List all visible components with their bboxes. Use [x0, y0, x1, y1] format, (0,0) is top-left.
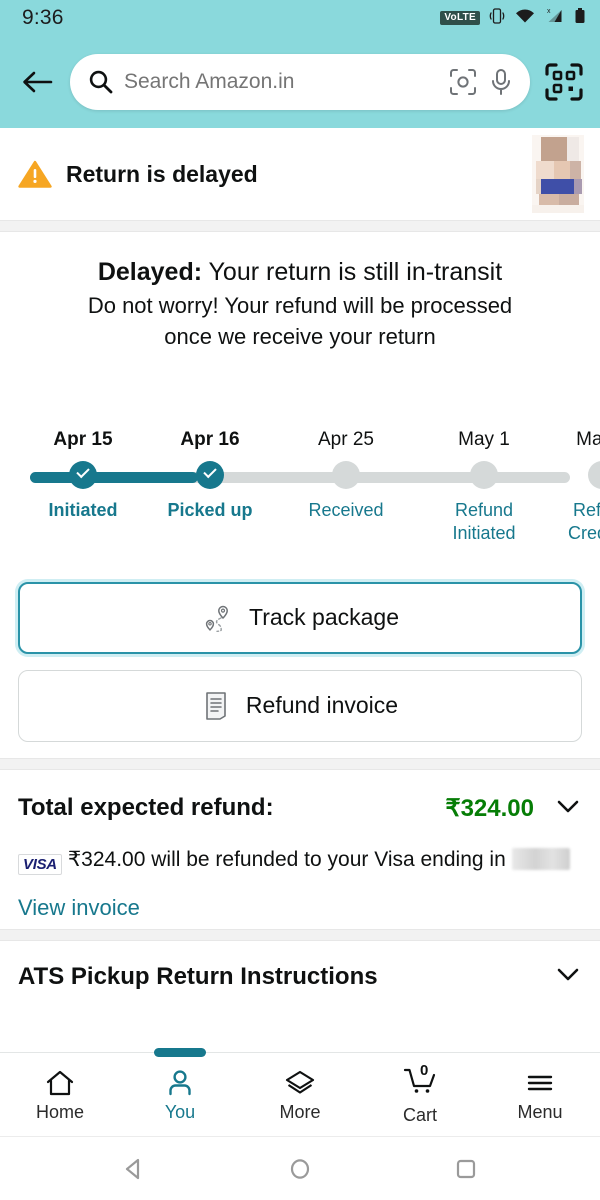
nav-item-label: Cart — [402, 1104, 437, 1125]
nav-item-menu[interactable]: Menu — [480, 1053, 600, 1136]
search-icon — [88, 69, 114, 95]
track-package-label: Track package — [249, 604, 399, 630]
cart-icon-wrapper: 0 — [402, 1061, 438, 1101]
section-divider-3 — [0, 928, 600, 941]
delay-headline-bold: Delayed: — [97, 258, 203, 286]
chevron-down-icon[interactable] — [554, 796, 582, 821]
tracker-step-refund-credited[interactable]: May 8 Refund Credited — [546, 430, 600, 545]
svg-text:x: x — [547, 8, 551, 15]
tracker-step-label: Initiated — [48, 499, 118, 520]
signal-icon: x — [545, 7, 565, 30]
layers-icon — [285, 1070, 315, 1094]
section-divider-2 — [0, 757, 600, 770]
tracker-step-date: Apr 15 — [53, 428, 113, 450]
search-bar[interactable] — [70, 54, 530, 110]
microphone-icon[interactable] — [488, 67, 514, 97]
ats-instructions-section[interactable]: ATS Pickup Return Instructions — [0, 941, 600, 991]
refund-method-line: VISA ₹324.00 will be refunded to your Vis… — [18, 845, 582, 875]
status-bar: 9:36 VoLTE x — [0, 0, 600, 36]
nav-item-more[interactable]: More — [240, 1053, 360, 1136]
delay-headline: Delayed: Your return is still in-transit — [26, 256, 574, 289]
nav-item-label: More — [279, 1102, 321, 1122]
track-package-button[interactable]: Track package — [18, 581, 582, 654]
battery-icon — [574, 7, 586, 30]
total-refund-label: Total expected refund: — [18, 794, 274, 821]
nav-item-home[interactable]: Home — [0, 1053, 120, 1136]
warning-triangle-icon — [18, 159, 52, 189]
tracker-step-picked-up[interactable]: Apr 16 Picked up — [150, 430, 270, 522]
qr-scanner-icon — [545, 63, 583, 101]
tracker-step-dot — [196, 460, 224, 489]
nav-item-cart[interactable]: 0 Cart — [360, 1053, 480, 1136]
tracker-step-label: Picked up — [167, 499, 253, 520]
nav-item-label: Home — [35, 1102, 84, 1122]
return-status-banner: Return is delayed — [0, 128, 600, 220]
status-icon-group: VoLTE x — [440, 7, 586, 30]
tracker-step-date: Apr 25 — [318, 428, 374, 450]
person-icon — [169, 1070, 191, 1096]
tracker-step-date: Apr 16 — [180, 428, 240, 450]
home-icon — [46, 1070, 74, 1096]
status-time: 9:36 — [22, 6, 64, 29]
volte-badge: VoLTE — [440, 11, 480, 25]
refund-invoice-label: Refund invoice — [245, 692, 399, 718]
ats-instructions-title: ATS Pickup Return Instructions — [18, 962, 378, 990]
system-home-button[interactable] — [275, 1144, 325, 1194]
tracker-step-date: May 8 — [576, 428, 600, 450]
vibrate-icon — [489, 7, 505, 30]
nav-item-label: You — [164, 1102, 196, 1122]
system-recents-button[interactable] — [441, 1144, 491, 1194]
search-input[interactable] — [124, 70, 438, 94]
delay-message-block: Delayed: Your return is still in-transit… — [0, 232, 600, 358]
cart-badge-count: 0 — [420, 1061, 429, 1079]
action-buttons: Track package Refund invoice — [0, 581, 600, 742]
delay-headline-rest: Your return is still in-transit — [202, 258, 503, 286]
home-circle-icon — [290, 1158, 310, 1179]
search-header — [0, 36, 600, 128]
qr-scanner-button[interactable] — [542, 60, 586, 104]
system-navigation-bar — [0, 1136, 600, 1200]
product-thumbnail[interactable] — [532, 135, 584, 213]
camera-lens-icon[interactable] — [448, 67, 478, 97]
wifi-icon — [514, 7, 536, 30]
tracker-step-label: Received — [308, 499, 384, 520]
visa-logo-icon: VISA — [18, 853, 62, 875]
delay-subtext-line1: Do not worry! Your refund will be proces… — [87, 293, 513, 318]
route-pin-icon — [201, 603, 235, 633]
tracker-step-label: Refund Credited — [567, 499, 600, 543]
chevron-down-icon[interactable] — [554, 964, 582, 989]
document-icon — [202, 690, 232, 722]
nav-item-you[interactable]: You — [120, 1048, 240, 1136]
recents-square-icon — [456, 1159, 476, 1178]
refund-summary: Total expected refund: ₹324.00 VISA ₹324.… — [0, 770, 600, 929]
tracker-step-received[interactable]: Apr 25 Received — [286, 430, 406, 522]
return-status-title: Return is delayed — [66, 160, 258, 187]
nav-item-label: Menu — [517, 1102, 563, 1122]
back-triangle-icon — [125, 1158, 140, 1179]
back-arrow-icon — [23, 71, 53, 93]
system-back-button[interactable] — [109, 1144, 159, 1194]
back-button[interactable] — [16, 61, 58, 103]
tracker-step-label: Refund Initiated — [452, 499, 516, 543]
nav-active-indicator — [154, 1048, 206, 1057]
refund-method-text: ₹324.00 will be refunded to your Visa en… — [67, 847, 506, 871]
tracker-step-dot — [588, 460, 600, 489]
tracker-step-initiated[interactable]: Apr 15 Initiated — [23, 430, 143, 522]
tracker-step-dot — [332, 460, 360, 489]
hamburger-icon — [527, 1075, 553, 1091]
refund-invoice-button[interactable]: Refund invoice — [18, 669, 582, 742]
section-divider — [0, 220, 600, 232]
masked-card-digits — [511, 847, 570, 870]
app-screen: 9:36 VoLTE x Search Amazon.in Return is … — [0, 0, 600, 1200]
refund-summary-header[interactable]: Total expected refund: ₹324.00 — [18, 794, 582, 823]
view-invoice-link[interactable]: View invoice — [18, 895, 582, 921]
bottom-navigation: Home You More 0 Cart Menu — [0, 1048, 600, 1136]
tracker-step-dot — [69, 460, 97, 489]
tracker-step-dot — [470, 460, 498, 489]
tracker-step-date: May 1 — [458, 428, 510, 450]
total-refund-amount: ₹324.00 — [445, 794, 534, 822]
delay-subtext-line2: once we receive your return — [164, 324, 436, 350]
return-progress-tracker: Apr 15 Initiated Apr 16 Picked up Apr 25… — [18, 430, 600, 560]
tracker-step-refund-initiated[interactable]: May 1 Refund Initiated — [424, 430, 544, 545]
